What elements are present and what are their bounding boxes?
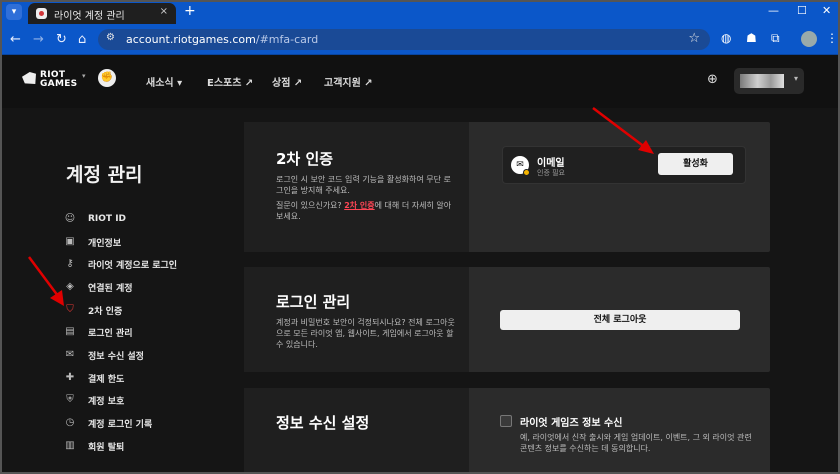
browser-profile-avatar[interactable] (801, 31, 817, 47)
sidebar-item-payment-limit[interactable]: ✚ 결제 한도 (64, 370, 124, 386)
riot-favicon-icon (36, 8, 47, 19)
trash-icon: ▥ (65, 440, 75, 451)
language-globe-icon[interactable]: ⊕ (707, 72, 718, 87)
history-clock-icon: ◷ (65, 417, 75, 428)
sidebar-item-label: 계정 보호 (88, 396, 125, 407)
page-body: 계정 관리 ☺ RIOT ID ▣ 개인정보 ⚷ 라이엇 계정으로 로그인 ◈ … (0, 108, 840, 474)
browser-menu-icon[interactable]: ⋮ (826, 31, 838, 45)
nav-news[interactable]: 새소식 ▾ (146, 74, 182, 89)
maximize-icon[interactable]: ☐ (797, 4, 807, 17)
mfa-card: 2차 인증 로그인 시 보안 코드 입력 기능을 활성화하여 무단 로그인을 방… (244, 122, 770, 252)
riot-client-icon[interactable]: ✊ (98, 69, 116, 87)
site-navigation: RIOT GAMES ▾ ✊ 새소식 ▾ E스포츠 ↗ 상점 ↗ 고객지원 ↗ … (0, 56, 840, 108)
login-device-icon: ▤ (65, 326, 75, 337)
sidebar-item-label: 회원 탈퇴 (88, 442, 125, 453)
sidebar-item-label: 계정 로그인 기록 (88, 419, 153, 430)
sidebar-item-label: 라이엇 계정으로 로그인 (88, 260, 178, 271)
sidebar-item-delete-account[interactable]: ▥ 회원 탈퇴 (64, 438, 124, 454)
mfa-help-text: 질문이 있으신가요? 2차 인증에 대해 더 자세히 알아보세요. (276, 200, 456, 222)
nav-support[interactable]: 고객지원 ↗ (324, 74, 373, 89)
extensions-puzzle-icon[interactable]: ⧉ (771, 31, 780, 46)
tab-close-icon[interactable]: × (160, 6, 168, 17)
account-menu-button[interactable]: ▾ (734, 68, 804, 94)
tab-title: 라이엇 계정 관리 (54, 11, 125, 22)
help-prefix: 질문이 있으신가요? (276, 201, 345, 210)
browser-tab[interactable]: 라이엇 계정 관리 × (28, 3, 176, 24)
sidebar-item-label: 결제 한도 (88, 374, 125, 385)
address-path: /#mfa-card (255, 33, 319, 46)
riot-newsletter-checkbox[interactable] (500, 415, 512, 427)
communication-card: 정보 수신 설정 라이엇 게임즈 정보 수신 예, 라이엇에서 신작 출시와 게… (244, 388, 770, 474)
sidebar-item-label: 2차 인증 (88, 306, 123, 317)
comm-card-title: 정보 수신 설정 (276, 414, 370, 432)
sidebar-item-2fa[interactable]: ⛉ 2차 인증 (64, 302, 122, 318)
email-option-status: 인증 필요 (537, 169, 565, 177)
riot-fist-logo-icon (22, 72, 36, 84)
forward-arrow-icon[interactable]: → (33, 32, 44, 47)
new-tab-button[interactable]: + (184, 3, 196, 19)
login-management-card: 로그인 관리 계정과 비밀번호 보안이 걱정되시나요? 전체 로그아웃으로 모든… (244, 267, 770, 372)
tab-search-chevron-icon[interactable]: ▾ (6, 4, 22, 20)
sidebar-item-label: 개인정보 (88, 238, 122, 249)
nav-store[interactable]: 상점 ↗ (272, 74, 302, 89)
sidebar-item-personal-info[interactable]: ▣ 개인정보 (64, 234, 121, 250)
logout-all-button[interactable]: 전체 로그아웃 (500, 310, 740, 330)
logo-chevron-down-icon[interactable]: ▾ (82, 72, 86, 80)
site-info-icon[interactable]: ⚙ (106, 32, 115, 43)
sidebar-item-label: RIOT ID (88, 214, 127, 224)
login-card-desc: 계정과 비밀번호 보안이 걱정되시나요? 전체 로그아웃으로 모든 라이엇 앱,… (276, 318, 455, 349)
shield-icon: ⛉ (66, 304, 74, 315)
sidebar-item-label: 연결된 계정 (88, 283, 133, 294)
extension-ghost-icon[interactable]: ☗ (746, 31, 757, 45)
email-option-title: 이메일 (537, 158, 565, 169)
sidebar-item-login-history[interactable]: ◷ 계정 로그인 기록 (64, 415, 153, 431)
home-icon[interactable]: ⌂ (78, 32, 86, 47)
newsletter-label: 라이엇 게임즈 정보 수신 (520, 418, 623, 429)
riot-games-logo[interactable]: RIOT GAMES (40, 71, 77, 89)
reload-icon[interactable]: ↻ (56, 32, 67, 47)
id-card-icon: ▣ (65, 236, 75, 247)
nav-esports[interactable]: E스포츠 ↗ (207, 74, 253, 89)
sidebar-item-connected-accounts[interactable]: ◈ 연결된 계정 (64, 279, 133, 295)
minimize-icon[interactable]: — (768, 4, 779, 17)
sidebar-item-communication[interactable]: ✉ 정보 수신 설정 (64, 347, 144, 363)
sidebar-item-riot-sign-on[interactable]: ⚷ 라이엇 계정으로 로그인 (64, 256, 177, 272)
newsletter-desc: 예, 라이엇에서 신작 출시와 게임 업데이트, 이벤트, 그 외 라이엇 관련… (520, 433, 752, 453)
address-url: account.riotgames.com/#mfa-card (126, 33, 318, 46)
key-icon: ⚷ (66, 258, 74, 269)
layers-icon: ◈ (66, 281, 74, 292)
blurred-username (740, 74, 784, 88)
extension-globe-icon[interactable]: ◍ (721, 31, 731, 45)
sidebar-item-label: 로그인 관리 (88, 328, 133, 339)
shield-outline-icon: ⛨ (66, 394, 74, 405)
login-card-title: 로그인 관리 (276, 293, 351, 311)
address-host: account.riotgames.com (126, 33, 256, 46)
logo-line-2: GAMES (40, 79, 78, 89)
mfa-card-desc: 로그인 시 보안 코드 입력 기능을 활성화하여 무단 로그인을 방지해 주세요… (276, 175, 451, 195)
browser-toolbar: ← → ↻ ⌂ ⚙ account.riotgames.com/#mfa-car… (0, 24, 840, 55)
activate-button[interactable]: 활성화 (658, 153, 733, 175)
window-close-icon[interactable]: ✕ (822, 4, 831, 17)
page-title: 계정 관리 (66, 164, 143, 186)
address-bar[interactable]: ⚙ account.riotgames.com/#mfa-card ☆ (98, 29, 710, 50)
mfa-help-link[interactable]: 2차 인증 (344, 201, 374, 210)
back-arrow-icon[interactable]: ← (10, 32, 21, 47)
warning-dot-icon (523, 169, 530, 176)
sidebar-item-riot-id[interactable]: ☺ RIOT ID (64, 211, 126, 227)
bookmark-star-icon[interactable]: ☆ (688, 31, 700, 46)
sidebar-item-account-protection[interactable]: ⛨ 계정 보호 (64, 392, 124, 408)
browser-tab-bar: ▾ 라이엇 계정 관리 × + — ☐ ✕ (0, 0, 840, 24)
sidebar-item-login-management[interactable]: ▤ 로그인 관리 (64, 324, 133, 340)
sidebar-item-label: 정보 수신 설정 (88, 351, 144, 362)
mfa-card-title: 2차 인증 (276, 150, 334, 168)
message-icon: ✉ (65, 349, 75, 360)
smile-icon: ☺ (64, 213, 76, 224)
gamepad-icon: ✚ (65, 372, 75, 383)
account-chevron-down-icon: ▾ (793, 74, 798, 83)
